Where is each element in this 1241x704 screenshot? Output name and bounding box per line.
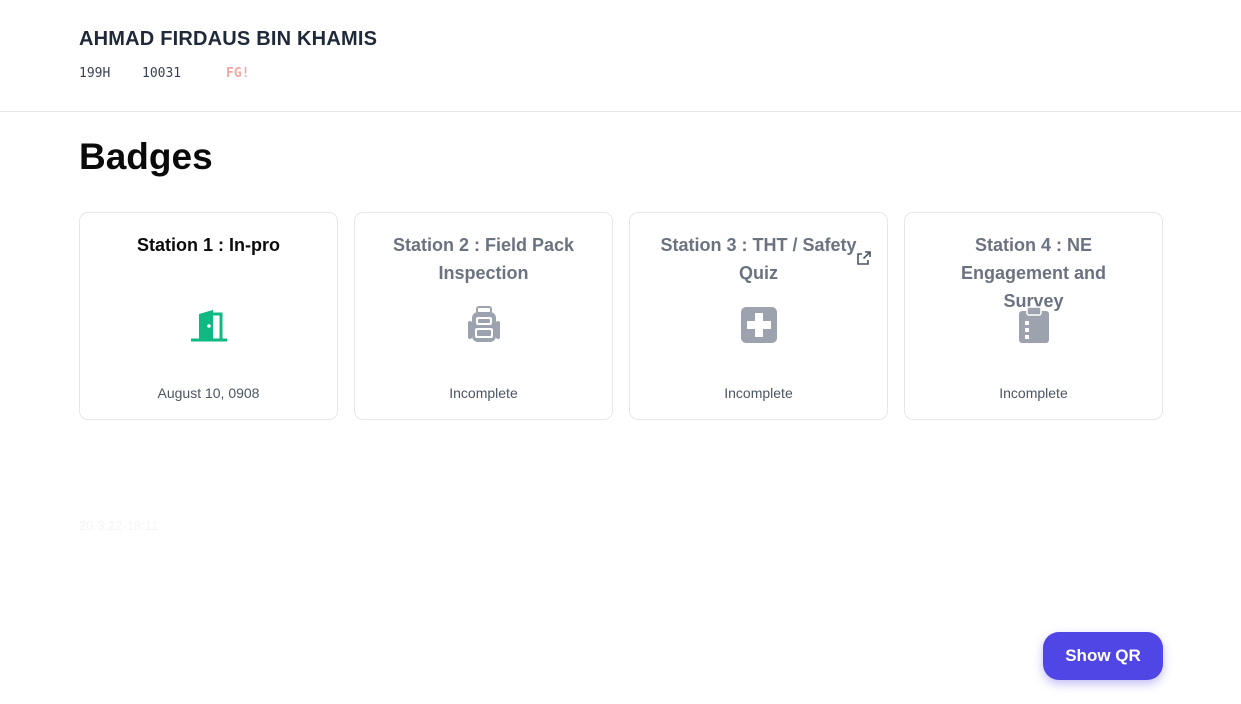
external-link-icon[interactable] (857, 251, 871, 265)
door-open-icon (185, 301, 233, 349)
user-meta: 199H 10031 FG! (79, 66, 1241, 81)
badge-card-station-2[interactable]: Station 2 : Field Pack Inspection Incomp… (354, 212, 613, 420)
backpack-icon (460, 301, 508, 349)
show-qr-button[interactable]: Show QR (1043, 632, 1163, 680)
profile-header: AHMAD FIRDAUS BIN KHAMIS 199H 10031 FG! (0, 0, 1241, 112)
badge-card-station-1[interactable]: Station 1 : In-pro August 10, 0908 (79, 212, 338, 420)
badge-title: Station 1 : In-pro (137, 235, 280, 255)
badge-card-station-4[interactable]: Station 4 : NE Engagement and Survey Inc… (904, 212, 1163, 420)
page-title: Badges (79, 136, 213, 177)
badge-status: Incomplete (449, 385, 518, 401)
version-text: 20.3.22-18:11 (79, 518, 159, 533)
clipboard-icon (1010, 301, 1058, 349)
badge-title: Station 3 : THT / Safety Quiz (660, 235, 857, 283)
medical-cross-icon (735, 301, 783, 349)
user-number: 10031 (142, 66, 182, 81)
badge-list: Station 1 : In-pro August 10, 0908 Stati… (79, 212, 1163, 420)
user-name: AHMAD FIRDAUS BIN KHAMIS (79, 28, 378, 50)
badge-status: August 10, 0908 (157, 385, 260, 401)
badge-status: Incomplete (999, 385, 1068, 401)
unit-code: 199H (79, 66, 111, 81)
badge-card-station-3[interactable]: Station 3 : THT / Safety Quiz Incomplete (629, 212, 888, 420)
flag-label: FG! (226, 66, 250, 81)
badge-status: Incomplete (724, 385, 793, 401)
badge-title: Station 2 : Field Pack Inspection (392, 235, 575, 283)
page: AHMAD FIRDAUS BIN KHAMIS 199H 10031 FG! … (0, 0, 1241, 704)
